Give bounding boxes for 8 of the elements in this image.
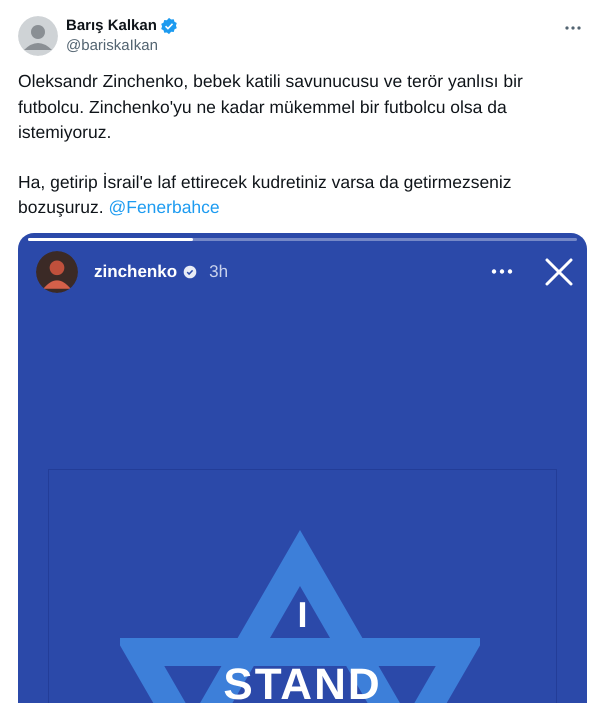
- story-text: I: [297, 594, 308, 634]
- tweet-text: Oleksandr Zinchenko, bebek katili savunucusu ve terör yanlısı bir futbolcu. Zinchenko'yu ne kadar mükemmel bir futbolcu olsa da istemiyoruz.: [18, 70, 524, 144]
- tweet-text: Ha, getirip İsrail'e laf ettirecek kudretiniz varsa da getirmezseniz bozuşuruz. @Fenerbahce: [18, 170, 513, 219]
- story-text: STAND: [223, 660, 382, 702]
- author-handle[interactable]: @bariskaIkan: [66, 36, 557, 56]
- author-name[interactable]: Barış Kalkan: [66, 16, 157, 36]
- story-time: 3h: [209, 262, 228, 282]
- story-username[interactable]: zinchenko: [94, 262, 178, 282]
